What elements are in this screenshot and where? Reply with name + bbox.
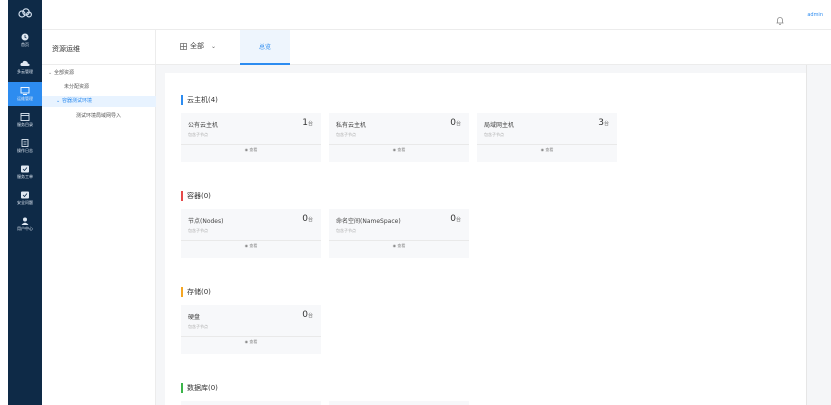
rail-item-user-center[interactable]: 用户中心 [8,212,42,236]
rail-item-catalog[interactable]: 服务目录 [8,108,42,132]
card-divider [329,240,469,241]
rail-item-label: 服务工单 [17,173,33,179]
card-name: 公有云主机 [188,122,219,129]
card-subtext: 包含子节点 [188,324,208,329]
section-marker [181,383,183,393]
chevron-down-icon: ⌄ [211,42,217,50]
card-divider [181,336,321,337]
tree-title: 资源运维 [52,45,80,53]
rail-item-label: 首页 [21,41,29,47]
section-title-text: 数据库(0) [187,384,218,392]
tree-node-label: 全部资源 [54,70,75,76]
grid-icon [180,42,187,50]
tree-node-label: 测试环境局域网导入 [76,113,122,119]
content-right-edge [806,65,807,405]
monitor-icon [20,86,30,95]
tree-node-all-resources[interactable]: ⌄ 全部资源 [48,68,74,79]
card-namespace: 命名空间(NameSpace) 包含子节点 0台 ◉ 查看 [329,209,469,258]
card-disk: 硬盘 包含子节点 0台 ◉ 查看 [181,305,321,354]
section-title-text: 容器(0) [187,192,211,200]
card-name: 命名空间(NameSpace) [336,218,401,225]
cloud-logo-icon[interactable] [8,0,42,26]
card-nodes: 节点(Nodes) 包含子节点 0台 ◉ 查看 [181,209,321,258]
card-divider [477,144,617,145]
card-count: 0台 [302,214,313,224]
main-area: 云主机(4) 公有云主机 包含子节点 1台 ◉ 查看 私有云主机 包含子节点 0… [156,65,831,405]
user-menu[interactable]: admin [807,12,823,18]
resource-tree-panel: 资源运维 ⌄ 全部资源 未分配资源 ⌄ 容器测试环境 测试环境局域网导入 [42,30,156,405]
tree-node-lan-import[interactable]: 测试环境局域网导入 [76,111,121,122]
tree-node-label: 未分配资源 [64,84,90,90]
view-link[interactable]: ◉ 查看 [329,147,469,153]
top-header: admin [42,0,831,30]
card-count: 1台 [302,118,313,128]
card-subtext: 包含子节点 [188,228,208,233]
rail-item-home[interactable]: 首页 [8,28,42,52]
user-icon [20,217,30,225]
rail-item-ops[interactable]: 运维管理 [8,82,42,106]
tree-node-container-test[interactable]: ⌄ 容器测试环境 [42,96,156,107]
card-count: 0台 [450,118,461,128]
scope-select[interactable]: 全部 ⌄ [180,41,216,51]
rail-item-logs[interactable]: 操作日志 [8,134,42,158]
scope-select-label: 全部 [190,42,204,50]
card-lan-host: 局域网主机 包含子节点 3台 ◉ 查看 [477,113,617,162]
ticket-icon [20,165,30,173]
tree-node-unassigned[interactable]: 未分配资源 [64,82,89,93]
card-subtext: 包含子节点 [336,132,356,137]
rail-item-label: 多云管理 [17,68,33,74]
bell-icon[interactable] [775,11,785,25]
card-subtext: 包含子节点 [484,132,504,137]
rail-item-tickets[interactable]: 服务工单 [8,160,42,184]
rail-item-label: 安全问题 [17,199,33,205]
card-database-partial [329,401,469,405]
tree-node-label: 容器测试环境 [62,98,93,104]
rail-item-security[interactable]: 安全问题 [8,186,42,210]
view-link[interactable]: ◉ 查看 [477,147,617,153]
view-link[interactable]: ◉ 查看 [181,243,321,249]
card-name: 私有云主机 [336,122,367,129]
card-count: 0台 [302,310,313,320]
shield-icon [20,191,30,199]
card-name: 局域网主机 [484,122,515,129]
card-database-partial [181,401,321,405]
card-public-cloud-host: 公有云主机 包含子节点 1台 ◉ 查看 [181,113,321,162]
window-icon [20,112,30,121]
tab-overview[interactable]: 总览 [240,30,290,65]
section-marker [181,287,183,297]
tabs-bar: 全部 ⌄ 总览 [156,30,831,65]
view-link[interactable]: ◉ 查看 [181,339,321,345]
card-count: 0台 [450,214,461,224]
list-icon [20,138,30,147]
card-subtext: 包含子节点 [336,228,356,233]
left-nav-rail: 首页 多云管理 运维管理 服务目录 操作日志 服务工单 安全问题 用户中心 [8,0,42,405]
card-divider [329,144,469,145]
cloud-icon [20,60,30,68]
section-title-database: 数据库(0) [181,383,218,393]
tree-divider [42,64,156,65]
section-title-storage: 存储(0) [181,287,211,297]
card-private-cloud-host: 私有云主机 包含子节点 0台 ◉ 查看 [329,113,469,162]
overview-content: 云主机(4) 公有云主机 包含子节点 1台 ◉ 查看 私有云主机 包含子节点 0… [165,73,806,405]
view-link[interactable]: ◉ 查看 [329,243,469,249]
home-icon [20,33,30,41]
rail-item-label: 运维管理 [17,95,33,101]
card-name: 节点(Nodes) [188,218,224,225]
card-divider [181,240,321,241]
card-divider [181,144,321,145]
section-marker [181,191,183,201]
rail-item-label: 服务目录 [17,121,33,127]
section-title-containers: 容器(0) [181,191,211,201]
rail-item-multicloud[interactable]: 多云管理 [8,55,42,79]
section-title-cloud-hosts: 云主机(4) [181,95,218,105]
view-link[interactable]: ◉ 查看 [181,147,321,153]
card-subtext: 包含子节点 [188,132,208,137]
rail-item-label: 用户中心 [17,225,33,231]
rail-item-label: 操作日志 [17,147,33,153]
section-marker [181,95,183,105]
section-title-text: 存储(0) [187,288,211,296]
card-count: 3台 [598,118,609,128]
card-name: 硬盘 [188,314,201,321]
section-title-text: 云主机(4) [187,96,218,104]
